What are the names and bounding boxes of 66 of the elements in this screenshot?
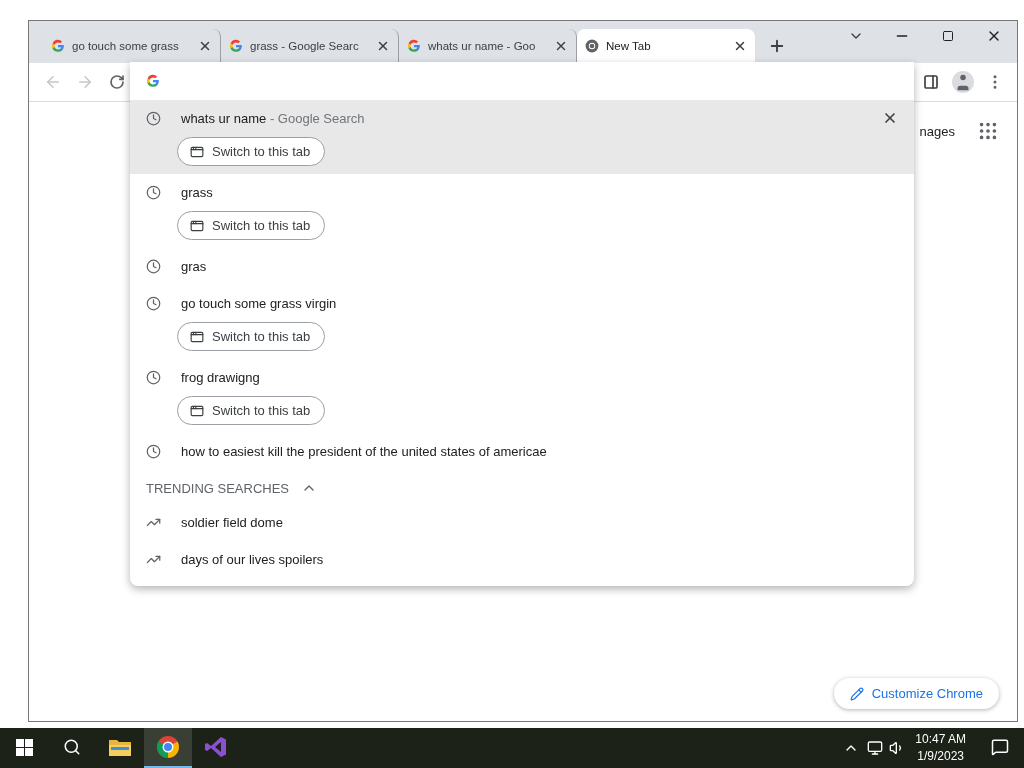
tab-icon <box>190 218 204 233</box>
switch-tab-button[interactable]: Switch to this tab <box>177 211 326 240</box>
clock[interactable]: 10:47 AM 1/9/2023 <box>905 731 976 765</box>
profile-icon[interactable] <box>952 71 974 93</box>
switch-tab-button[interactable]: Switch to this tab <box>177 137 326 166</box>
trending-row[interactable]: days of our lives spoilers <box>130 541 914 578</box>
chrome-icon <box>156 735 180 759</box>
visual-studio-icon <box>204 735 228 759</box>
tab-title: go touch some grass <box>72 40 180 52</box>
images-link[interactable]: nages <box>919 123 955 139</box>
customize-chrome-button[interactable]: Customize Chrome <box>833 678 999 709</box>
suggestion-text: gras <box>181 258 207 274</box>
network-icon[interactable] <box>867 740 884 756</box>
suggestion-text: frog drawigng <box>181 369 260 385</box>
reload-icon[interactable] <box>109 74 125 90</box>
suggestion-text: go touch some grass virgin <box>181 295 337 311</box>
google-icon <box>407 39 421 53</box>
taskbar-app[interactable] <box>144 728 192 768</box>
new-tab-icon[interactable] <box>768 37 786 55</box>
google-icon <box>229 39 243 53</box>
notifications-icon[interactable] <box>991 738 1009 756</box>
suggestion-text: soldier field dome <box>181 514 283 530</box>
suggestion-row[interactable]: whats ur name - Google Search Switch to this tab <box>130 100 914 174</box>
history-icon <box>146 110 161 126</box>
history-icon <box>146 258 161 274</box>
google-icon <box>51 39 65 53</box>
suggestion-text: whats ur name - Google Search <box>181 110 365 126</box>
section-heading: TRENDING SEARCHES <box>146 480 290 496</box>
suggestion-row[interactable]: frog drawigng Switch to this tab <box>130 359 914 433</box>
pencil-icon <box>849 686 864 701</box>
suggestion-row[interactable]: how to easiest kill the president of the united states of americae <box>130 433 914 470</box>
search-icon[interactable] <box>63 738 81 756</box>
suggestion-text: days of our lives spoilers <box>181 551 324 567</box>
history-icon <box>146 295 161 311</box>
trending-row[interactable]: soldier field dome <box>130 504 914 541</box>
remove-icon[interactable] <box>882 110 898 126</box>
time-text: 10:47 AM <box>915 731 966 748</box>
history-icon <box>146 369 161 385</box>
tab-title: New Tab <box>606 40 652 52</box>
suggestion-row[interactable]: go touch some grass virgin Switch to this tab <box>130 285 914 359</box>
tab-icon <box>190 329 204 344</box>
close-icon[interactable] <box>198 39 212 53</box>
tab-icon <box>190 403 204 418</box>
close-icon[interactable] <box>733 39 747 53</box>
suggestion-text: how to easiest kill the president of the united states of americae <box>181 443 547 459</box>
close-icon[interactable] <box>376 39 390 53</box>
close-icon[interactable] <box>554 39 568 53</box>
tab-title: whats ur name - Goo <box>428 40 537 52</box>
suggestion-row[interactable]: grass Switch to this tab <box>130 174 914 248</box>
switch-tab-button[interactable]: Switch to this tab <box>177 396 326 425</box>
apps-grid-icon[interactable] <box>977 120 999 142</box>
history-icon <box>146 443 161 459</box>
folder-icon <box>109 738 131 756</box>
switch-tab-button[interactable]: Switch to this tab <box>177 322 326 351</box>
date-text: 1/9/2023 <box>917 748 964 765</box>
google-icon <box>146 74 160 88</box>
suggestion-row[interactable]: gras <box>130 248 914 285</box>
browser-tab[interactable]: New Tab <box>577 29 755 63</box>
history-icon <box>146 184 161 200</box>
chrome-icon <box>585 39 599 53</box>
maximize-icon[interactable] <box>942 30 954 42</box>
tab-title: grass - Google Searc <box>250 40 360 52</box>
suggestion-text: grass <box>181 184 213 200</box>
side-panel-icon[interactable] <box>923 74 939 90</box>
windows-start-icon[interactable] <box>15 738 33 756</box>
tab-icon <box>190 144 204 159</box>
